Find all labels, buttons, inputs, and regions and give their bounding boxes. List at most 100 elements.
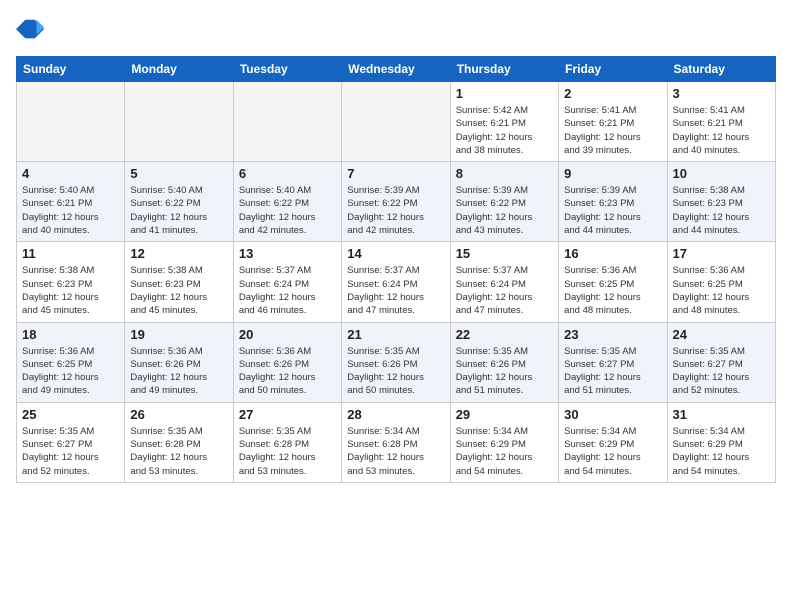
calendar-cell: 20 Sunrise: 5:36 AM Sunset: 6:26 PM Dayli… xyxy=(233,322,341,402)
calendar-cell: 5Sunrise: 5:40 AM Sunset: 6:22 PM Daylig… xyxy=(125,162,233,242)
day-number: 31 xyxy=(673,407,770,422)
day-info: Sunrise: 5:41 AM Sunset: 6:21 PM Dayligh… xyxy=(564,104,661,157)
day-number: 27 xyxy=(239,407,336,422)
day-number: 30 xyxy=(564,407,661,422)
day-number: 26 xyxy=(130,407,227,422)
calendar-cell: 3Sunrise: 5:41 AM Sunset: 6:21 PM Daylig… xyxy=(667,82,775,162)
day-number: 13 xyxy=(239,246,336,261)
calendar-cell: 25 Sunrise: 5:35 AM Sunset: 6:27 PM Dayli… xyxy=(17,402,125,482)
day-number: 11 xyxy=(22,246,119,261)
day-number: 28 xyxy=(347,407,444,422)
calendar-cell: 7 Sunrise: 5:39 AM Sunset: 6:22 PM Daylig… xyxy=(342,162,450,242)
day-info: Sunrise: 5:38 AM Sunset: 6:23 PM Dayligh… xyxy=(130,264,227,317)
calendar-cell: 26 Sunrise: 5:35 AM Sunset: 6:28 PM Dayli… xyxy=(125,402,233,482)
day-number: 25 xyxy=(22,407,119,422)
day-info: Sunrise: 5:35 AM Sunset: 6:28 PM Dayligh… xyxy=(130,425,227,478)
calendar-cell: 15 Sunrise: 5:37 AM Sunset: 6:24 PM Dayli… xyxy=(450,242,558,322)
calendar-cell xyxy=(342,82,450,162)
calendar-header-row: SundayMondayTuesdayWednesdayThursdayFrid… xyxy=(17,57,776,82)
calendar-cell xyxy=(17,82,125,162)
day-info: Sunrise: 5:35 AM Sunset: 6:26 PM Dayligh… xyxy=(456,345,553,398)
day-info: Sunrise: 5:35 AM Sunset: 6:27 PM Dayligh… xyxy=(22,425,119,478)
col-header-wednesday: Wednesday xyxy=(342,57,450,82)
day-number: 14 xyxy=(347,246,444,261)
day-number: 3 xyxy=(673,86,770,101)
day-info: Sunrise: 5:35 AM Sunset: 6:27 PM Dayligh… xyxy=(673,345,770,398)
calendar-week-row: 18Sunrise: 5:36 AM Sunset: 6:25 PM Dayli… xyxy=(17,322,776,402)
day-number: 1 xyxy=(456,86,553,101)
calendar-cell: 17Sunrise: 5:36 AM Sunset: 6:25 PM Dayli… xyxy=(667,242,775,322)
day-info: Sunrise: 5:38 AM Sunset: 6:23 PM Dayligh… xyxy=(22,264,119,317)
calendar-cell: 31 Sunrise: 5:34 AM Sunset: 6:29 PM Dayli… xyxy=(667,402,775,482)
day-info: Sunrise: 5:35 AM Sunset: 6:27 PM Dayligh… xyxy=(564,345,661,398)
day-info: Sunrise: 5:39 AM Sunset: 6:22 PM Dayligh… xyxy=(347,184,444,237)
day-number: 19 xyxy=(130,327,227,342)
day-number: 10 xyxy=(673,166,770,181)
day-number: 8 xyxy=(456,166,553,181)
logo-icon xyxy=(16,16,44,44)
calendar-cell xyxy=(125,82,233,162)
calendar-cell: 10 Sunrise: 5:38 AM Sunset: 6:23 PM Dayli… xyxy=(667,162,775,242)
calendar-cell: 18Sunrise: 5:36 AM Sunset: 6:25 PM Dayli… xyxy=(17,322,125,402)
day-info: Sunrise: 5:39 AM Sunset: 6:23 PM Dayligh… xyxy=(564,184,661,237)
calendar-cell: 28 Sunrise: 5:34 AM Sunset: 6:28 PM Dayli… xyxy=(342,402,450,482)
day-number: 22 xyxy=(456,327,553,342)
day-number: 7 xyxy=(347,166,444,181)
day-info: Sunrise: 5:34 AM Sunset: 6:29 PM Dayligh… xyxy=(564,425,661,478)
logo xyxy=(16,16,48,44)
day-info: Sunrise: 5:36 AM Sunset: 6:25 PM Dayligh… xyxy=(22,345,119,398)
calendar-cell xyxy=(233,82,341,162)
calendar-cell: 19 Sunrise: 5:36 AM Sunset: 6:26 PM Dayli… xyxy=(125,322,233,402)
day-info: Sunrise: 5:37 AM Sunset: 6:24 PM Dayligh… xyxy=(456,264,553,317)
day-number: 16 xyxy=(564,246,661,261)
day-info: Sunrise: 5:38 AM Sunset: 6:23 PM Dayligh… xyxy=(673,184,770,237)
col-header-tuesday: Tuesday xyxy=(233,57,341,82)
day-info: Sunrise: 5:37 AM Sunset: 6:24 PM Dayligh… xyxy=(347,264,444,317)
calendar-table: SundayMondayTuesdayWednesdayThursdayFrid… xyxy=(16,56,776,483)
day-info: Sunrise: 5:39 AM Sunset: 6:22 PM Dayligh… xyxy=(456,184,553,237)
calendar-cell: 24 Sunrise: 5:35 AM Sunset: 6:27 PM Dayli… xyxy=(667,322,775,402)
day-number: 21 xyxy=(347,327,444,342)
calendar-cell: 27Sunrise: 5:35 AM Sunset: 6:28 PM Dayli… xyxy=(233,402,341,482)
day-number: 6 xyxy=(239,166,336,181)
day-info: Sunrise: 5:42 AM Sunset: 6:21 PM Dayligh… xyxy=(456,104,553,157)
day-number: 17 xyxy=(673,246,770,261)
calendar-cell: 9 Sunrise: 5:39 AM Sunset: 6:23 PM Daylig… xyxy=(559,162,667,242)
day-info: Sunrise: 5:36 AM Sunset: 6:26 PM Dayligh… xyxy=(239,345,336,398)
calendar-cell: 16Sunrise: 5:36 AM Sunset: 6:25 PM Dayli… xyxy=(559,242,667,322)
calendar-cell: 29 Sunrise: 5:34 AM Sunset: 6:29 PM Dayli… xyxy=(450,402,558,482)
calendar-cell: 12 Sunrise: 5:38 AM Sunset: 6:23 PM Dayli… xyxy=(125,242,233,322)
day-info: Sunrise: 5:40 AM Sunset: 6:21 PM Dayligh… xyxy=(22,184,119,237)
day-number: 24 xyxy=(673,327,770,342)
day-number: 12 xyxy=(130,246,227,261)
calendar-cell: 8 Sunrise: 5:39 AM Sunset: 6:22 PM Daylig… xyxy=(450,162,558,242)
col-header-thursday: Thursday xyxy=(450,57,558,82)
calendar-week-row: 11 Sunrise: 5:38 AM Sunset: 6:23 PM Dayli… xyxy=(17,242,776,322)
day-number: 20 xyxy=(239,327,336,342)
col-header-friday: Friday xyxy=(559,57,667,82)
calendar-cell: 2 Sunrise: 5:41 AM Sunset: 6:21 PM Daylig… xyxy=(559,82,667,162)
calendar-cell: 21Sunrise: 5:35 AM Sunset: 6:26 PM Dayli… xyxy=(342,322,450,402)
calendar-week-row: 1 Sunrise: 5:42 AM Sunset: 6:21 PM Daylig… xyxy=(17,82,776,162)
calendar-cell: 4Sunrise: 5:40 AM Sunset: 6:21 PM Daylig… xyxy=(17,162,125,242)
day-info: Sunrise: 5:34 AM Sunset: 6:29 PM Dayligh… xyxy=(456,425,553,478)
calendar-cell: 22 Sunrise: 5:35 AM Sunset: 6:26 PM Dayli… xyxy=(450,322,558,402)
calendar-cell: 6Sunrise: 5:40 AM Sunset: 6:22 PM Daylig… xyxy=(233,162,341,242)
day-info: Sunrise: 5:36 AM Sunset: 6:26 PM Dayligh… xyxy=(130,345,227,398)
calendar-cell: 13 Sunrise: 5:37 AM Sunset: 6:24 PM Dayli… xyxy=(233,242,341,322)
col-header-sunday: Sunday xyxy=(17,57,125,82)
day-info: Sunrise: 5:34 AM Sunset: 6:28 PM Dayligh… xyxy=(347,425,444,478)
calendar-cell: 30 Sunrise: 5:34 AM Sunset: 6:29 PM Dayli… xyxy=(559,402,667,482)
day-number: 2 xyxy=(564,86,661,101)
day-info: Sunrise: 5:34 AM Sunset: 6:29 PM Dayligh… xyxy=(673,425,770,478)
page-header xyxy=(16,16,776,44)
day-info: Sunrise: 5:37 AM Sunset: 6:24 PM Dayligh… xyxy=(239,264,336,317)
day-number: 9 xyxy=(564,166,661,181)
calendar-week-row: 25 Sunrise: 5:35 AM Sunset: 6:27 PM Dayli… xyxy=(17,402,776,482)
calendar-week-row: 4Sunrise: 5:40 AM Sunset: 6:21 PM Daylig… xyxy=(17,162,776,242)
col-header-saturday: Saturday xyxy=(667,57,775,82)
col-header-monday: Monday xyxy=(125,57,233,82)
day-number: 29 xyxy=(456,407,553,422)
calendar-cell: 14 Sunrise: 5:37 AM Sunset: 6:24 PM Dayli… xyxy=(342,242,450,322)
day-number: 15 xyxy=(456,246,553,261)
